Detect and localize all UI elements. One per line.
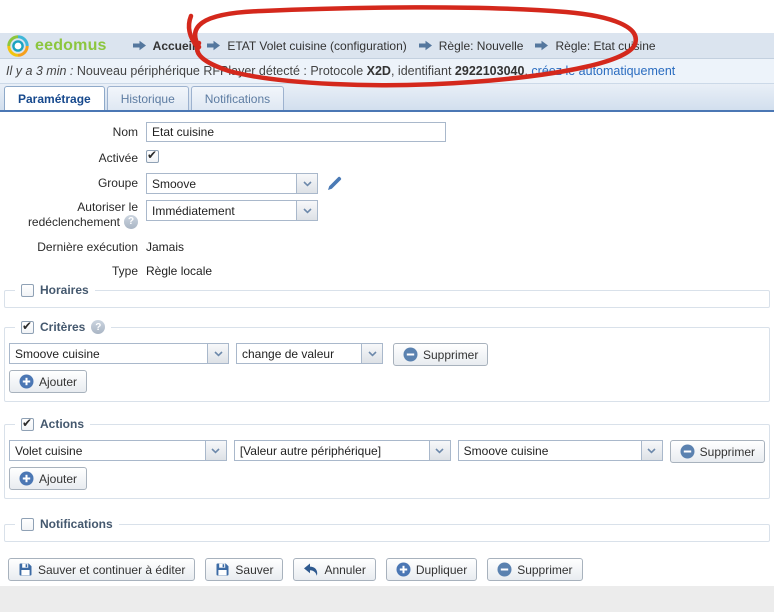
critere-ajouter-button[interactable]: Ajouter (9, 370, 87, 393)
redeclenchement-value: Immédiatement (147, 201, 296, 220)
brand-name: eedomus (35, 37, 107, 55)
undo-icon (303, 563, 319, 576)
chevron-down-icon[interactable] (296, 174, 317, 193)
breadcrumb-item-accueil[interactable]: Accueil (133, 39, 196, 53)
section-horaires: Horaires (4, 290, 770, 308)
nom-label: Nom (4, 122, 138, 142)
field-nom: Nom (4, 122, 770, 142)
type-value: Règle locale (146, 261, 212, 278)
save-icon (18, 562, 33, 577)
section-notifications: Notifications (4, 524, 770, 542)
critere-supprimer-button[interactable]: Supprimer (393, 343, 488, 366)
notifications-title: Notifications (40, 517, 113, 531)
criteres-help-icon[interactable]: ? (91, 320, 105, 334)
groupe-select[interactable]: Smoove (146, 173, 318, 194)
notification-text: Nouveau périphérique RFPlayer détecté : … (77, 64, 363, 78)
arrow-right-icon (535, 40, 548, 51)
plus-circle-icon (19, 471, 34, 486)
action-value-type-select[interactable]: [Valeur autre périphérique] (234, 440, 451, 461)
notifications-checkbox[interactable] (21, 518, 34, 531)
header-bar: eedomus Accueil ETAT Volet cuisine (conf… (0, 33, 774, 59)
chevron-down-icon[interactable] (361, 344, 382, 363)
type-label: Type (4, 261, 138, 278)
redeclenchement-help-icon[interactable]: ? (124, 215, 138, 229)
minus-circle-icon (497, 562, 512, 577)
create-device-link[interactable]: créez le automatiquement (531, 64, 675, 78)
chevron-down-icon[interactable] (641, 441, 662, 460)
activee-checkbox[interactable] (146, 150, 159, 163)
field-redeclenchement: Autoriser le redéclenchement ? Immédiate… (4, 200, 770, 229)
notification-time: Il y a 3 min : (6, 64, 73, 78)
activee-label: Activée (4, 148, 138, 165)
cancel-button[interactable]: Annuler (293, 558, 375, 581)
redeclenchement-select[interactable]: Immédiatement (146, 200, 318, 221)
criteres-checkbox[interactable] (21, 321, 34, 334)
critere-condition-select[interactable]: change de valeur (236, 343, 383, 364)
action-ajouter-button[interactable]: Ajouter (9, 467, 87, 490)
chevron-down-icon[interactable] (429, 441, 450, 460)
minus-circle-icon (680, 444, 695, 459)
arrow-right-icon (207, 40, 220, 51)
plus-circle-icon (19, 374, 34, 389)
action-device-select[interactable]: Volet cuisine (9, 440, 227, 461)
save-and-continue-button[interactable]: Sauver et continuer à éditer (8, 558, 195, 581)
notification-protocol: X2D (367, 64, 391, 78)
action-supprimer-button[interactable]: Supprimer (670, 440, 765, 463)
breadcrumb-item-device[interactable]: ETAT Volet cuisine (configuration) (207, 39, 406, 53)
critere-device-select[interactable]: Smoove cuisine (9, 343, 229, 364)
actions-checkbox[interactable] (21, 418, 34, 431)
derniere-execution-label: Dernière exécution (4, 237, 138, 254)
minus-circle-icon (403, 347, 418, 362)
chevron-down-icon[interactable] (207, 344, 228, 363)
horaires-checkbox[interactable] (21, 284, 34, 297)
field-type: Type Règle locale (4, 261, 770, 278)
breadcrumb-item-regle-etat-cuisine[interactable]: Règle: Etat cuisine (535, 39, 655, 53)
horaires-title: Horaires (40, 283, 89, 297)
section-actions: Actions Volet cuisine [Valeur autre péri… (4, 424, 770, 499)
page: eedomus Accueil ETAT Volet cuisine (conf… (0, 0, 774, 612)
rule-form: Nom Activée Groupe Smoove Autoriser le (0, 112, 774, 581)
plus-circle-icon (396, 562, 411, 577)
save-icon (215, 562, 230, 577)
duplicate-button[interactable]: Dupliquer (386, 558, 477, 581)
action-source-select[interactable]: Smoove cuisine (458, 440, 663, 461)
arrow-right-icon (133, 40, 146, 51)
tab-notifications[interactable]: Notifications (191, 86, 284, 110)
actions-title: Actions (40, 417, 84, 431)
page-bottom-area (0, 586, 774, 612)
chevron-down-icon[interactable] (205, 441, 226, 460)
notification-identifier: 2922103040 (455, 64, 525, 78)
chevron-down-icon[interactable] (296, 201, 317, 220)
save-button[interactable]: Sauver (205, 558, 283, 581)
field-activee: Activée (4, 148, 770, 165)
derniere-execution-value: Jamais (146, 237, 184, 254)
field-groupe: Groupe Smoove (4, 173, 770, 194)
groupe-label: Groupe (4, 173, 138, 194)
tab-bar: Paramétrage Historique Notifications (0, 84, 774, 112)
critere-row: Smoove cuisine change de valeur Supprime… (9, 343, 765, 366)
delete-button[interactable]: Supprimer (487, 558, 582, 581)
breadcrumb: Accueil ETAT Volet cuisine (configuratio… (133, 39, 656, 53)
footer-toolbar: Sauver et continuer à éditer Sauver Annu… (4, 558, 770, 581)
criteres-title: Critères (40, 320, 85, 334)
nom-input[interactable] (146, 122, 446, 142)
eedomus-logo[interactable]: eedomus (7, 35, 107, 57)
tab-historique[interactable]: Historique (107, 86, 189, 110)
field-derniere-execution: Dernière exécution Jamais (4, 237, 770, 254)
breadcrumb-item-regle-nouvelle[interactable]: Règle: Nouvelle (419, 39, 524, 53)
eedomus-logo-icon (7, 35, 29, 57)
notification-bar: Il y a 3 min : Nouveau périphérique RFPl… (0, 59, 774, 84)
section-criteres: Critères ? Smoove cuisine change de vale… (4, 327, 770, 402)
tab-parametrage[interactable]: Paramétrage (4, 86, 105, 110)
redeclenchement-label: Autoriser le redéclenchement ? (4, 200, 138, 229)
arrow-right-icon (419, 40, 432, 51)
groupe-value: Smoove (147, 174, 296, 193)
edit-group-pencil-icon[interactable] (326, 175, 343, 192)
top-whitespace (0, 0, 774, 33)
action-row: Volet cuisine [Valeur autre périphérique… (9, 440, 765, 463)
